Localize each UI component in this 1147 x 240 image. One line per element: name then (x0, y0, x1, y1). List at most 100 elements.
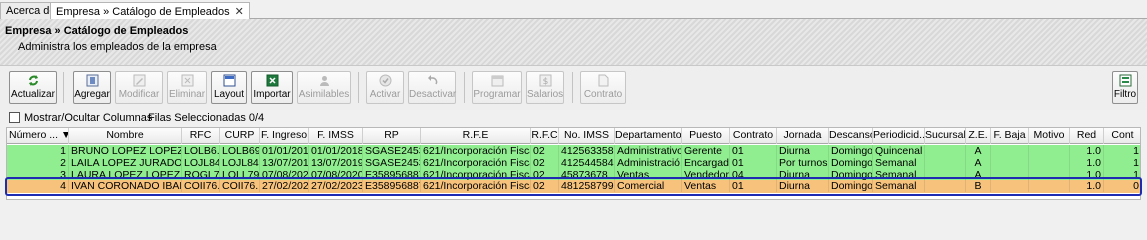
add-icon (86, 74, 98, 87)
cell-rfc: LOLB6... (184, 145, 220, 157)
column-header-motivo[interactable]: Motivo (1029, 128, 1070, 144)
refresh-icon (28, 75, 38, 86)
cell-no-imss: 412544584 (561, 157, 615, 169)
grid-options: Mostrar/Ocultar Columnas Filas Seleccion… (0, 110, 1147, 126)
cell-jornada: Diurna (777, 145, 829, 157)
filtro-button[interactable]: Filtro (1112, 71, 1138, 104)
toolbar-separator (63, 72, 64, 103)
svg-text:$: $ (542, 77, 548, 87)
cell-descanso: Domingo (831, 145, 873, 157)
cell-ze: A (966, 157, 991, 169)
cell-departamento: Administració... (617, 157, 682, 169)
column-header-periodicidad[interactable]: Periodicid... (873, 128, 925, 144)
mostrar-columnas-label[interactable]: Mostrar/Ocultar Columnas (24, 112, 152, 124)
column-header-numero[interactable]: Número ... ▼ (7, 128, 69, 144)
column-header-sucursal[interactable]: Sucursal (925, 128, 966, 144)
cell-rp: SGASE24535 (363, 145, 421, 157)
cell-motivo (1029, 157, 1070, 169)
activar-button[interactable]: Activar (366, 71, 404, 104)
column-header-contrato[interactable]: Contrato (730, 128, 777, 144)
cell-puesto: Encargada (684, 157, 730, 169)
money-icon: $ (539, 74, 551, 87)
column-header-rp[interactable]: RP (363, 128, 421, 144)
column-header-nombre[interactable]: Nombre (69, 128, 182, 144)
edit-icon (133, 74, 145, 87)
contrato-button[interactable]: Contrato (580, 71, 626, 104)
column-header-f-imss[interactable]: F. IMSS (309, 128, 363, 144)
cell-red: 1.0 (1070, 145, 1104, 157)
column-header-descanso[interactable]: Descanso (829, 128, 873, 144)
column-header-f-ingreso[interactable]: F. Ingreso (260, 128, 309, 144)
column-header-puesto[interactable]: Puesto (682, 128, 730, 144)
column-header-departamento[interactable]: Departamento (615, 128, 682, 144)
filas-seleccionadas-label: Filas Seleccionadas 0/4 (148, 112, 265, 124)
cell-ze: A (966, 145, 991, 157)
column-header-no-imss[interactable]: No. IMSS (559, 128, 615, 144)
page-subtitle: Administra los empleados de la empresa (18, 41, 217, 53)
desactivar-button[interactable]: Desactivar (408, 71, 456, 104)
grid-header: Número ... ▼ Nombre RFC CURP F. Ingreso F. IM… (7, 128, 1140, 144)
layout-icon (223, 74, 235, 87)
modificar-button[interactable]: Modificar (115, 71, 163, 104)
cell-curp: LOLB69... (222, 145, 260, 157)
eliminar-button[interactable]: Eliminar (167, 71, 207, 104)
filter-icon (1119, 74, 1131, 87)
asimilables-button[interactable]: Asimilables (297, 71, 351, 104)
cell-sucursal (925, 145, 966, 157)
layout-button[interactable]: Layout (211, 71, 247, 104)
user-icon (319, 76, 329, 86)
toolbar: Actualizar Agregar Modificar Eliminar La… (0, 66, 1147, 110)
cell-rfe: 621/Incorporación Fiscal (423, 145, 531, 157)
cell-numero: 2 (7, 157, 69, 169)
toolbar-separator (464, 72, 465, 103)
cell-periodicidad: Quincenal (873, 145, 925, 157)
cell-cont: 1 (1104, 145, 1140, 157)
cell-puesto: Gerente (682, 145, 730, 157)
column-header-curp[interactable]: CURP (220, 128, 260, 144)
tab-catalogo-empleados[interactable]: Empresa » Catálogo de Empleados ✕ (50, 2, 250, 20)
cell-f-imss: 01/01/2018 (311, 145, 363, 157)
cell-rfc-regimen: 02 (531, 157, 559, 169)
cell-numero: 1 (7, 145, 69, 157)
table-row[interactable]: 2LAILA LOPEZ JURADOLOJL84...LOJL84...13/… (7, 157, 1140, 169)
cell-contrato: 01 (730, 145, 777, 157)
column-header-rfe[interactable]: R.F.E (421, 128, 531, 144)
salarios-button[interactable]: $ Salarios (526, 71, 564, 104)
selected-row-outline (5, 177, 1142, 196)
cell-sucursal (925, 157, 966, 169)
cell-cont: 1 (1104, 157, 1140, 169)
table-row[interactable]: 1BRUNO LOPEZ LOPEZLOLB6...LOLB69...01/01… (7, 145, 1140, 157)
column-header-rfc[interactable]: RFC (182, 128, 220, 144)
toolbar-separator (572, 72, 573, 103)
column-header-rfc-regimen[interactable]: R.F.C (531, 128, 559, 144)
cell-f-ingreso: 01/01/2018 (262, 145, 309, 157)
cell-f-baja (991, 157, 1029, 169)
cell-jornada: Por turnos (779, 157, 829, 169)
column-header-red[interactable]: Red (1070, 128, 1104, 144)
cell-descanso: Domingo (831, 157, 873, 169)
importar-button[interactable]: Importar (251, 71, 293, 104)
programar-button[interactable]: Programar (472, 71, 522, 104)
cell-f-ingreso: 13/07/2019 (262, 157, 309, 169)
column-header-jornada[interactable]: Jornada (777, 128, 829, 144)
cell-rfe: 621/Incorporación Fiscal (423, 157, 531, 169)
close-icon[interactable]: ✕ (235, 6, 244, 18)
cell-nombre: BRUNO LOPEZ LOPEZ (71, 145, 182, 157)
calendar-icon (491, 75, 503, 87)
cell-departamento: Administrativo (617, 145, 682, 157)
column-header-cont[interactable]: Cont (1104, 128, 1140, 144)
tab-label: Empresa » Catálogo de Empleados (56, 6, 230, 18)
cell-motivo (1029, 145, 1070, 157)
cell-contrato: 01 (730, 157, 777, 169)
actualizar-button[interactable]: Actualizar (9, 71, 57, 104)
column-header-ze[interactable]: Z.E. (966, 128, 991, 144)
delete-icon (181, 74, 193, 87)
agregar-button[interactable]: Agregar (73, 71, 111, 104)
cell-rfc: LOJL84... (184, 157, 220, 169)
mostrar-columnas-checkbox[interactable] (9, 112, 20, 123)
undo-icon (427, 75, 437, 85)
cell-f-baja (991, 145, 1029, 157)
import-icon (266, 74, 278, 87)
column-header-f-baja[interactable]: F. Baja (991, 128, 1029, 144)
cell-rfc-regimen: 02 (531, 145, 559, 157)
